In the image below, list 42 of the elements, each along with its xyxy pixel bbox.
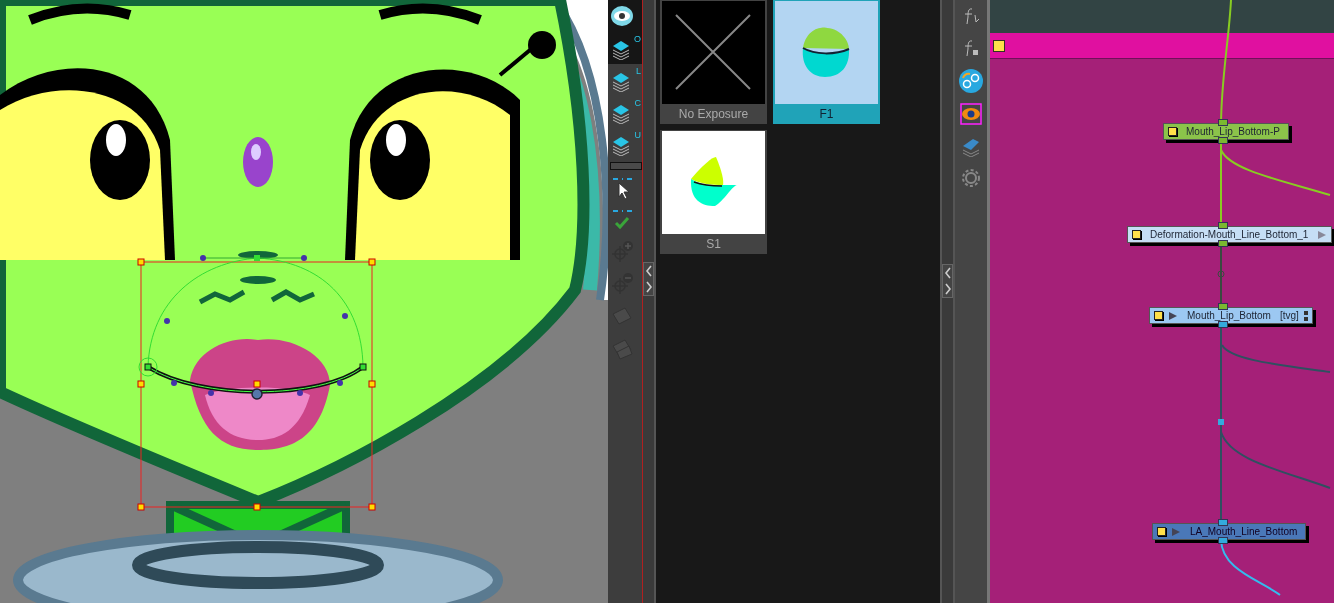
toolbar-handle[interactable] [610, 162, 642, 170]
node-tag: [tvg] [1279, 310, 1299, 321]
layer-letter: U [634, 130, 641, 140]
drawing-thumbnail[interactable]: F1 [773, 0, 880, 124]
input-port[interactable] [1218, 119, 1228, 126]
input-port[interactable] [1218, 222, 1228, 229]
node-label: Mouth_Lip_Bottom-P [1185, 126, 1281, 137]
layer-letter: O [634, 34, 641, 44]
collapse-arrows-icon[interactable] [942, 264, 953, 298]
collapse-arrows-icon[interactable] [643, 262, 654, 296]
pivot-icon[interactable] [959, 69, 983, 93]
checkmark-button[interactable] [610, 208, 634, 232]
layer-letter: C [634, 98, 641, 108]
output-port[interactable] [1218, 137, 1228, 144]
drawing-thumbnail[interactable]: S1 [660, 130, 767, 254]
eye-button[interactable] [610, 4, 634, 28]
input-port[interactable] [1218, 303, 1228, 310]
node-color-swatch[interactable] [1154, 311, 1163, 320]
node-color-swatch[interactable] [1157, 527, 1166, 536]
output-port[interactable] [1218, 321, 1228, 328]
eye-icon [610, 4, 634, 28]
thumbnail-label: No Exposure [677, 106, 750, 123]
node-color-swatch[interactable] [1168, 127, 1177, 136]
node-label: Mouth_Lip_Bottom [1186, 310, 1272, 321]
node-color-swatch[interactable] [1132, 230, 1141, 239]
checkmark-icon [610, 208, 634, 232]
thumbnail-label: S1 [705, 236, 722, 253]
output-port[interactable] [1218, 537, 1228, 544]
deformation-rig-drawing[interactable] [137, 255, 376, 511]
node-label: Deformation-Mouth_Line_Bottom_1 [1149, 229, 1310, 240]
output-port[interactable] [1218, 240, 1228, 247]
pointer-button[interactable] [610, 176, 634, 200]
target-icon[interactable] [959, 103, 983, 125]
play-icon[interactable] [1168, 311, 1178, 320]
backdrop-color-swatch[interactable] [993, 39, 1005, 52]
settings-icon[interactable] [960, 167, 982, 189]
node-label: LA_Mouth_Line_Bottom [1189, 526, 1299, 537]
thumbnail-label: F1 [818, 106, 835, 123]
layer-letter: L [636, 66, 641, 76]
drawing-thumbnail[interactable]: No Exposure [660, 0, 767, 124]
input-port[interactable] [1218, 519, 1228, 526]
node-menu-icon[interactable] [1303, 309, 1308, 322]
